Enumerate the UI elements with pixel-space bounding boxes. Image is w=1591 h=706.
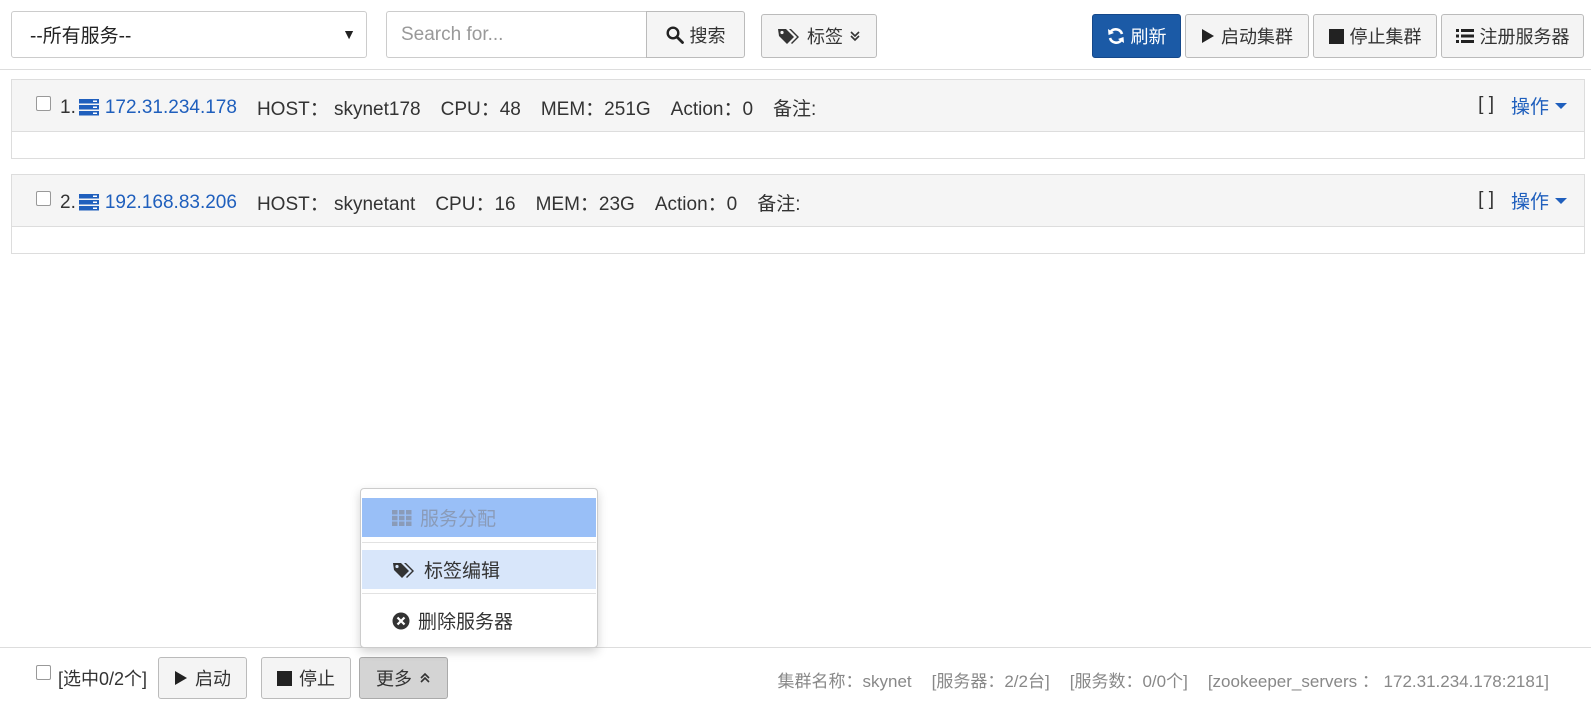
server-icon bbox=[78, 194, 99, 211]
selected-count-label: [选中0/2个] bbox=[58, 669, 148, 689]
play-icon bbox=[175, 671, 187, 685]
server-ops-label: 操作 bbox=[1510, 97, 1549, 118]
start-button[interactable]: 启动 bbox=[158, 657, 247, 699]
menu-item-delete-server[interactable]: 删除服务器 bbox=[362, 601, 596, 640]
menu-divider bbox=[362, 542, 596, 543]
cluster-name: 集群名称：skynet bbox=[777, 672, 912, 691]
more-button[interactable]: 更多 bbox=[359, 657, 448, 699]
server-ops-dropdown[interactable]: 操作 bbox=[1511, 92, 1567, 119]
more-dropdown-menu: 服务分配 标签编辑 删除服务器 bbox=[360, 488, 598, 648]
tags-icon bbox=[778, 29, 799, 44]
register-server-label: 注册服务器 bbox=[1479, 27, 1570, 47]
register-server-button[interactable]: 注册服务器 bbox=[1441, 14, 1584, 58]
server-ip-link[interactable]: 192.168.83.206 bbox=[105, 192, 237, 214]
service-count: [服务数：0/0个] bbox=[1069, 672, 1188, 691]
tags-button-label: 标签 bbox=[807, 27, 843, 47]
server-index: 1. bbox=[60, 96, 76, 118]
server-checkbox[interactable] bbox=[36, 191, 51, 206]
server-mem: MEM：23G bbox=[535, 194, 635, 215]
server-info: 2. 192.168.83.206 HOST： skynetant CPU：16… bbox=[60, 189, 820, 216]
refresh-icon bbox=[1107, 28, 1124, 44]
server-ops-dropdown[interactable]: 操作 bbox=[1511, 187, 1567, 214]
server-index: 2. bbox=[60, 191, 76, 213]
server-cpu: CPU：48 bbox=[440, 99, 521, 120]
menu-divider bbox=[362, 593, 596, 594]
server-ops-label: 操作 bbox=[1510, 192, 1549, 213]
tags-button[interactable]: 标签 bbox=[761, 14, 877, 58]
tags-icon bbox=[393, 562, 414, 578]
toolbar: --所有服务-- ▼ 搜索 标签 刷新 启动集群 停止集群 注册服务器 bbox=[0, 0, 1591, 70]
search-button-label: 搜索 bbox=[689, 25, 726, 46]
refresh-button[interactable]: 刷新 bbox=[1092, 14, 1181, 58]
double-chevron-down-icon bbox=[850, 31, 860, 42]
server-panel-header: 1. 172.31.234.178 HOST： skynet178 CPU：48… bbox=[12, 80, 1584, 132]
server-mem: MEM：251G bbox=[540, 99, 651, 120]
stop-icon bbox=[1328, 28, 1344, 44]
start-cluster-label: 启动集群 bbox=[1221, 27, 1293, 47]
stop-button-label: 停止 bbox=[299, 669, 335, 689]
server-action: Action：0 bbox=[670, 99, 754, 120]
menu-item-label: 删除服务器 bbox=[418, 612, 514, 633]
server-host: HOST： skynetant bbox=[256, 194, 416, 215]
menu-item-label: 服务分配 bbox=[420, 509, 497, 530]
stop-cluster-button[interactable]: 停止集群 bbox=[1313, 14, 1437, 58]
menu-item-tag-edit[interactable]: 标签编辑 bbox=[362, 550, 596, 589]
caret-down-icon bbox=[1555, 197, 1567, 204]
server-note: 备注: bbox=[757, 194, 801, 215]
select-caret-icon: ▼ bbox=[342, 26, 356, 42]
server-info: 1. 172.31.234.178 HOST： skynet178 CPU：48… bbox=[60, 94, 836, 121]
server-panel-body bbox=[12, 132, 1584, 158]
server-panel-header: 2. 192.168.83.206 HOST： skynetant CPU：16… bbox=[12, 175, 1584, 227]
service-select[interactable]: --所有服务-- ▼ bbox=[11, 11, 367, 58]
more-button-label: 更多 bbox=[376, 669, 412, 689]
footer-bar: [选中0/2个] 启动 停止 更多 集群名称：skynet [服务器：2/2台]… bbox=[0, 647, 1591, 706]
menu-item-label: 标签编辑 bbox=[424, 561, 501, 582]
play-icon bbox=[1202, 29, 1214, 43]
start-cluster-button[interactable]: 启动集群 bbox=[1185, 14, 1309, 58]
server-tags-brackets: [ ] bbox=[1478, 94, 1494, 115]
select-all-checkbox[interactable] bbox=[36, 665, 51, 680]
zookeeper-servers: [zookeeper_servers ： 172.31.234.178:2181… bbox=[1207, 672, 1549, 691]
start-button-label: 启动 bbox=[195, 669, 231, 689]
server-note: 备注: bbox=[773, 99, 817, 120]
grid-icon bbox=[392, 509, 412, 526]
server-panel: 2. 192.168.83.206 HOST： skynetant CPU：16… bbox=[11, 174, 1585, 254]
cluster-status: 集群名称：skynet [服务器：2/2台] [服务数：0/0个] [zooke… bbox=[777, 667, 1549, 692]
server-host: HOST： skynet178 bbox=[256, 99, 421, 120]
server-checkbox[interactable] bbox=[36, 96, 51, 111]
list-icon bbox=[1455, 29, 1474, 43]
server-action: Action：0 bbox=[654, 194, 738, 215]
stop-button[interactable]: 停止 bbox=[261, 657, 351, 699]
server-icon bbox=[78, 99, 99, 116]
server-panel: 1. 172.31.234.178 HOST： skynet178 CPU：48… bbox=[11, 79, 1585, 159]
search-button[interactable]: 搜索 bbox=[646, 11, 745, 58]
server-ip-link[interactable]: 172.31.234.178 bbox=[105, 97, 237, 119]
search-icon bbox=[665, 25, 684, 44]
service-select-value: --所有服务-- bbox=[30, 26, 132, 47]
server-count: [服务器：2/2台] bbox=[931, 672, 1050, 691]
times-circle-icon bbox=[392, 612, 410, 629]
stop-cluster-label: 停止集群 bbox=[1349, 27, 1422, 47]
server-panel-body bbox=[12, 227, 1584, 253]
search-input[interactable] bbox=[386, 11, 646, 58]
caret-down-icon bbox=[1555, 102, 1567, 109]
double-chevron-up-icon bbox=[420, 672, 430, 683]
refresh-button-label: 刷新 bbox=[1130, 27, 1167, 47]
stop-icon bbox=[277, 670, 292, 686]
menu-item-service-allocation[interactable]: 服务分配 bbox=[362, 498, 596, 537]
server-cpu: CPU：16 bbox=[435, 194, 516, 215]
server-tags-brackets: [ ] bbox=[1478, 189, 1494, 210]
